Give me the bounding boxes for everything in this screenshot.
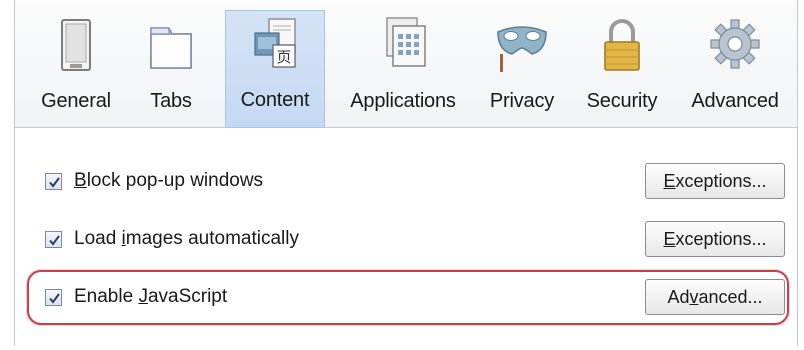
tab-general-label: General — [41, 90, 111, 112]
applications-icon — [373, 14, 433, 76]
options-window: General Tabs 页 Content Applications Priv… — [14, 0, 798, 346]
tab-privacy[interactable]: Privacy — [481, 12, 563, 122]
javascript-advanced-button[interactable]: Ad v anced... — [645, 279, 785, 315]
enable-javascript-option[interactable]: Enable JavaScript — [45, 282, 227, 312]
checkmark-icon — [49, 292, 60, 304]
tab-security-label: Security — [586, 90, 658, 112]
popups-exceptions-button[interactable]: Exceptions... — [645, 163, 785, 199]
tabs-icon — [141, 14, 201, 76]
enable-javascript-label: Enable JavaScript — [74, 286, 228, 307]
tab-general[interactable]: General — [35, 12, 117, 122]
block-popups-checkbox[interactable] — [45, 172, 62, 190]
padlock-icon — [592, 14, 652, 76]
svg-text:页: 页 — [276, 48, 291, 66]
tab-advanced[interactable]: Advanced — [679, 12, 791, 122]
block-popups-option[interactable]: Block pop-up windows — [45, 166, 263, 196]
privacy-mask-icon — [492, 14, 552, 76]
block-popups-label: Block pop-up windows — [74, 170, 264, 191]
load-images-label: Load images automatically — [74, 228, 299, 249]
tab-advanced-label: Advanced — [691, 90, 779, 112]
images-exceptions-button[interactable]: Exceptions... — [645, 221, 785, 257]
tab-applications-label: Applications — [350, 90, 456, 112]
tab-security[interactable]: Security — [579, 12, 665, 122]
checkmark-icon — [49, 234, 60, 246]
checkmark-icon — [49, 176, 60, 188]
content-icon: 页 — [245, 13, 305, 75]
gear-icon — [705, 14, 765, 76]
content-panel: Block pop-up windows Exceptions... Load … — [15, 129, 797, 346]
tab-tabs-label: Tabs — [150, 90, 192, 112]
tab-content-label: Content — [240, 89, 310, 111]
tab-content[interactable]: 页 Content — [225, 10, 325, 128]
options-toolbar: General Tabs 页 Content Applications Priv… — [15, 0, 797, 128]
load-images-checkbox[interactable] — [45, 230, 62, 248]
load-images-option[interactable]: Load images automatically — [45, 224, 299, 254]
general-icon — [46, 14, 106, 76]
enable-javascript-checkbox[interactable] — [45, 288, 62, 306]
tab-tabs[interactable]: Tabs — [133, 12, 209, 122]
tab-applications[interactable]: Applications — [341, 12, 465, 122]
tab-privacy-label: Privacy — [489, 90, 555, 112]
